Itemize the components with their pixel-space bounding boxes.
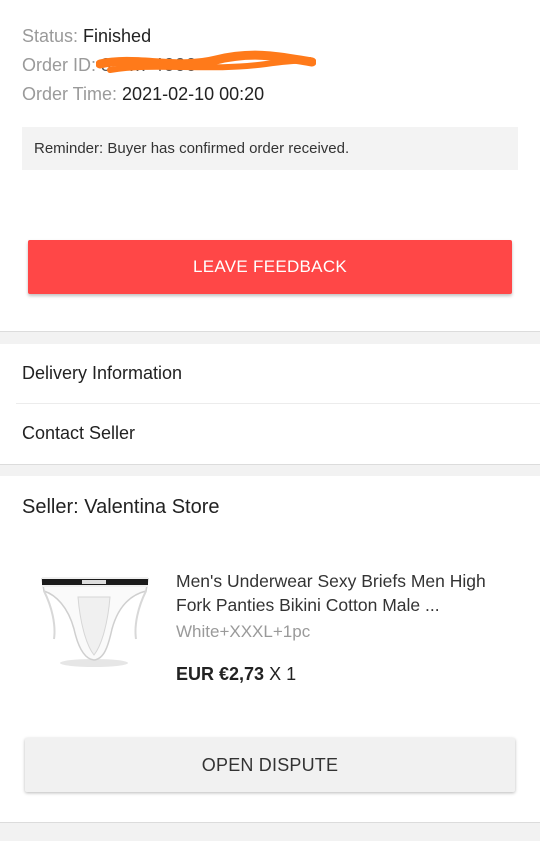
section-gap [0,332,540,344]
section-gap [0,465,540,476]
order-actions-menu: Delivery Information Contact Seller [0,344,540,465]
product-title[interactable]: Men's Underwear Sexy Briefs Men High For… [176,570,516,617]
product-price: EUR €2,73 [176,664,265,684]
delivery-information-item[interactable]: Delivery Information [0,344,540,403]
product-card: Seller: Valentina Store Men's Underwear … [0,476,540,823]
product-thumbnail[interactable] [34,567,160,693]
order-id-value: 81 ... 4000 [101,55,198,75]
status-value: Finished [83,26,152,46]
open-dispute-button[interactable]: OPEN DISPUTE [25,738,515,792]
order-summary-card: Status: Finished Order ID: 81 ... 4000 O… [0,0,540,332]
page-bottom [0,823,540,841]
order-id-label: Order ID: [22,55,97,75]
product-quantity: X 1 [269,664,297,684]
order-time-row: Order Time: 2021-02-10 00:20 [22,80,264,109]
leave-feedback-button[interactable]: LEAVE FEEDBACK [28,240,512,294]
order-time-value: 2021-02-10 00:20 [122,84,265,104]
reminder-banner: Reminder: Buyer has confirmed order rece… [22,127,518,170]
contact-seller-item[interactable]: Contact Seller [0,404,540,463]
order-status-row: Status: Finished [22,22,264,51]
status-label: Status: [22,26,79,46]
product-price-row: EUR €2,73 X 1 [176,664,296,685]
order-id-row: Order ID: 81 ... 4000 [22,51,264,80]
order-details: Status: Finished Order ID: 81 ... 4000 O… [22,22,264,109]
order-time-label: Order Time: [22,84,118,104]
product-variant: White+XXXL+1pc [176,622,311,641]
seller-name[interactable]: Seller: Valentina Store [22,496,220,519]
